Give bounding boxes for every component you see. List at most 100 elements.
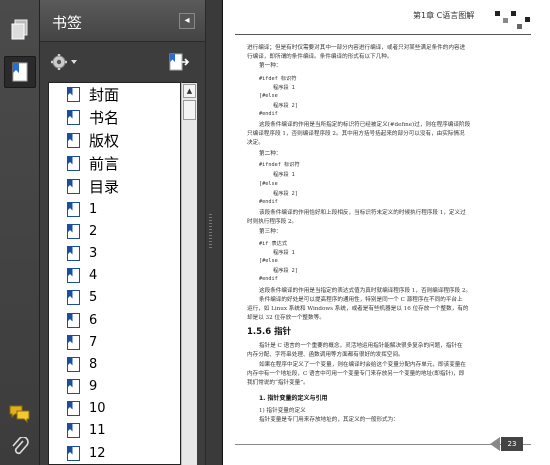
bookmark-label: 9: [89, 379, 98, 395]
bookmark-icon: [67, 423, 80, 439]
header-decoration: [495, 11, 500, 16]
bookmark-item[interactable]: 10: [49, 398, 180, 420]
bookmark-label: 12: [89, 445, 106, 461]
body-text: 却是以 32 位存放一个整数等。: [247, 315, 325, 321]
body-text: 决定。: [247, 140, 264, 146]
panel-splitter[interactable]: [205, 0, 215, 465]
body-text: 该段条件编译的作用恰好和上段相反，当标识符未定义的时候执行程序段 1，定义过: [259, 210, 466, 216]
bookmark-item[interactable]: 2: [49, 220, 180, 242]
bookmark-icon: [67, 290, 80, 306]
code-line: #ifndef 标识符: [259, 162, 300, 168]
code-line: #endif: [259, 111, 278, 117]
bookmark-icon: [67, 179, 80, 194]
body-text: 我们常说的“指针变量”。: [247, 380, 309, 386]
bookmarks-panel: 书签 ◂ 封面书名版权前言目录12345678910111213 ▲: [40, 0, 205, 465]
code-line: [#else: [259, 181, 278, 187]
code-line: #endif: [259, 276, 278, 282]
code-line: 程序段 1: [273, 172, 295, 178]
code-line: [#else: [259, 93, 278, 99]
bookmark-icon: [67, 133, 80, 148]
bookmark-item[interactable]: 版权: [49, 129, 180, 152]
splitter-grip[interactable]: [209, 214, 212, 250]
code-line: 程序段 1: [273, 85, 295, 91]
bookmark-item[interactable]: 5: [49, 287, 180, 309]
bookmark-label: 目录: [89, 178, 120, 196]
body-text: 只编译程序段 1，否则编译程序段 2。其中用方括号括起来的部分可以没有，由实际情…: [247, 131, 465, 137]
bookmark-icon: [67, 268, 80, 284]
bookmark-label: 书名: [89, 109, 120, 127]
bookmark-item[interactable]: 4: [49, 265, 180, 287]
bookmark-item[interactable]: 1: [49, 198, 180, 220]
comments-icon[interactable]: [4, 398, 36, 430]
bookmark-item[interactable]: 8: [49, 353, 180, 375]
bookmark-label: 1: [89, 201, 98, 217]
body-text: 内存分配、字符串处理、函数调用等方面都有很好的发挥空间。: [247, 352, 404, 358]
bookmark-item[interactable]: 前言: [49, 152, 180, 175]
bookmark-list: 封面书名版权前言目录12345678910111213: [48, 82, 181, 465]
bookmark-icon: [67, 156, 80, 171]
bookmark-icon: [67, 87, 80, 102]
body-text: 第一种：: [259, 63, 282, 69]
bookmark-scrollbar[interactable]: ▲: [181, 82, 197, 465]
chevron-down-icon: [71, 60, 77, 64]
bookmarks-icon[interactable]: [4, 56, 36, 88]
document-page: 第1章 C语言图解 进行编译；但是有时仅需要对其中一部分内容进行编译，或者只对某…: [222, 0, 550, 465]
pages-icon[interactable]: [4, 14, 36, 46]
body-text: 行编译，即所谓的条件编译。条件编译的形式有以下几种。: [247, 54, 393, 60]
scroll-thumb[interactable]: [183, 100, 196, 120]
bookmark-item[interactable]: 目录: [49, 175, 180, 198]
bookmark-label: 版权: [89, 132, 120, 150]
bookmark-item[interactable]: 9: [49, 376, 180, 398]
footer-rule: [235, 444, 531, 445]
header-decoration: [525, 17, 530, 22]
code-line: #if 表达式: [259, 241, 288, 247]
body-text: 如果在程序中定义了一个变量，则在编译时会给这个变量分配内存单元，即该变量在: [259, 362, 466, 368]
bookmark-label: 10: [89, 401, 106, 417]
panel-header: 书签 ◂: [40, 0, 205, 42]
bookmark-export-button[interactable]: [167, 52, 191, 72]
bookmark-label: 2: [89, 223, 98, 239]
bookmark-icon: [67, 201, 80, 217]
body-text: 运行，如 Linux 系统和 Windows 系统，或者是有些机器是以 16 位…: [247, 306, 469, 312]
bookmark-label: 5: [89, 290, 98, 306]
code-line: #ifdef 标识符: [259, 76, 297, 82]
bookmark-icon: [67, 110, 80, 125]
page-number: 23: [501, 437, 523, 451]
bookmark-item[interactable]: 7: [49, 331, 180, 353]
body-text: 指针是 C 语言的一个重要的概念，灵活地运用指针能解决很多复杂的问题，指针在: [259, 343, 463, 349]
body-text: 条件编译的好处是可以提高程序的通用性，特别是同一个 C 源程序在不同的平台上: [259, 297, 463, 303]
bookmark-item[interactable]: 12: [49, 442, 180, 464]
bookmark-item[interactable]: 11: [49, 420, 180, 442]
code-line: 程序段 2]: [273, 268, 298, 274]
code-line: [#else: [259, 258, 278, 264]
bookmark-item[interactable]: 封面: [49, 83, 180, 106]
collapse-panel-button[interactable]: ◂: [179, 13, 195, 29]
code-line: 程序段 2]: [273, 191, 298, 197]
body-text: 进行编译；但是有时仅需要对其中一部分内容进行编译，或者只对某些满足条件的内容进: [247, 45, 466, 51]
bookmark-icon: [67, 379, 80, 395]
options-button[interactable]: [50, 52, 80, 72]
bookmark-label: 封面: [89, 86, 120, 104]
page-header: 第1章 C语言图解: [413, 11, 475, 20]
header-decoration: [517, 24, 522, 29]
scroll-up-button[interactable]: ▲: [183, 84, 196, 98]
bookmark-icon: [67, 312, 80, 328]
bookmark-item[interactable]: 书名: [49, 106, 180, 129]
body-text: 内存中有一个地址段，C 语言中可用一个变量专门来存放另一个变量的地址(即指针)，…: [247, 371, 465, 377]
body-text: 这段条件编译的作用是当所指定的标识符已经被定义(#define)过，则在程序编译…: [259, 122, 471, 128]
gear-icon: [51, 54, 77, 70]
attachments-icon[interactable]: [4, 432, 36, 464]
body-text: 第三种：: [259, 229, 282, 235]
bookmark-icon: [67, 445, 80, 461]
section-heading: 1.5.6 指针: [247, 327, 292, 337]
panel-title: 书签: [52, 14, 83, 32]
bookmark-label: 4: [89, 268, 98, 284]
page-arrow-decoration: [490, 437, 500, 451]
bookmark-label: 11: [89, 423, 106, 439]
bookmark-item[interactable]: 6: [49, 309, 180, 331]
code-line: #endif: [259, 199, 278, 205]
bookmark-label: 6: [89, 312, 98, 328]
body-text: 第二种：: [259, 151, 282, 157]
bookmark-item[interactable]: 3: [49, 242, 180, 264]
bookmark-icon: [67, 245, 80, 261]
